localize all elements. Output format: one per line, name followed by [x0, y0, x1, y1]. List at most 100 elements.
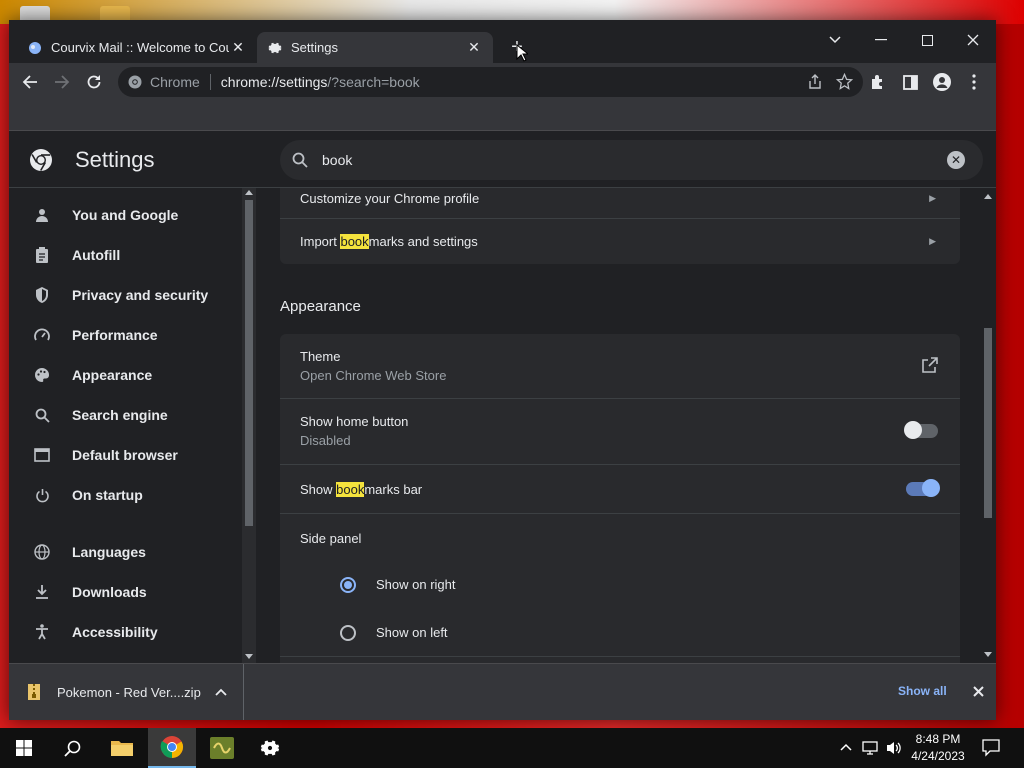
side-panel-right-label[interactable]: Show on right: [376, 577, 456, 592]
reload-button[interactable]: [79, 67, 109, 97]
sidebar-item-search-engine[interactable]: Search engine: [9, 395, 240, 435]
start-button[interactable]: [0, 728, 48, 768]
settings-search-box[interactable]: book ✕: [280, 140, 983, 180]
taskbar-search-button[interactable]: [48, 728, 96, 768]
sidebar-scroll-thumb[interactable]: [245, 200, 253, 526]
show-bookmarks-bar-row[interactable]: Show bookmarks bar: [280, 465, 960, 513]
sidebar-item-label: Downloads: [72, 584, 147, 600]
main-scrollbar[interactable]: [980, 188, 996, 663]
globe-favicon-icon: [27, 40, 43, 56]
taskbar-clock[interactable]: 8:48 PM 4/24/2023: [906, 731, 970, 765]
scroll-up-arrow-icon[interactable]: [984, 194, 992, 199]
scroll-down-arrow-icon[interactable]: [984, 652, 992, 657]
close-tab-icon[interactable]: ✕: [229, 39, 247, 57]
url-path: /?search=book: [327, 74, 420, 90]
row-label: Theme: [300, 348, 341, 364]
download-icon: [33, 583, 51, 601]
search-icon: [33, 406, 51, 424]
notifications-icon[interactable]: [982, 739, 1000, 757]
sidebar-item-performance[interactable]: Performance: [9, 315, 240, 355]
sidebar-item-label: On startup: [72, 487, 143, 503]
people-card: Customize your Chrome profile ▶ Import b…: [280, 188, 960, 264]
chrome-chip[interactable]: Chrome: [128, 74, 200, 90]
tab-courvix-mail[interactable]: Courvix Mail :: Welcome to Courvix ✕: [17, 32, 257, 63]
omnibox-separator: [209, 74, 211, 90]
main-scroll-thumb[interactable]: [984, 328, 992, 518]
chevron-up-icon[interactable]: [215, 688, 227, 696]
windows-logo-icon: [16, 740, 32, 756]
minimize-button[interactable]: [861, 26, 901, 54]
home-button-toggle[interactable]: [904, 421, 938, 439]
sidebar-item-autofill[interactable]: Autofill: [9, 235, 240, 275]
scroll-down-arrow-icon[interactable]: [245, 654, 253, 659]
row-label: Import bookmarks and settings: [300, 234, 478, 249]
side-panel-left-radio[interactable]: [340, 625, 356, 641]
sidebar-item-label: Autofill: [72, 247, 121, 263]
maximize-button[interactable]: [907, 26, 947, 54]
close-window-button[interactable]: [953, 26, 993, 54]
sidebar-item-on-startup[interactable]: On startup: [9, 475, 240, 515]
sidebar-item-label: You and Google: [72, 207, 179, 223]
chrome-window: Courvix Mail :: Welcome to Courvix ✕ Set…: [9, 20, 996, 720]
close-tab-icon[interactable]: ✕: [465, 39, 483, 57]
chrome-taskbar-button[interactable]: [148, 728, 196, 768]
address-bar[interactable]: Chrome chrome://settings /?search=book: [118, 67, 863, 97]
extensions-puzzle-icon[interactable]: [863, 67, 893, 97]
settings-taskbar-button[interactable]: [246, 728, 294, 768]
file-explorer-button[interactable]: [98, 728, 146, 768]
row-label: Show bookmarks bar: [300, 481, 422, 497]
search-input[interactable]: book: [322, 152, 947, 168]
sidebar-item-downloads[interactable]: Downloads: [9, 572, 240, 612]
scroll-up-arrow-icon[interactable]: [245, 190, 253, 195]
shield-icon: [33, 286, 51, 304]
sidebar-item-you-and-google[interactable]: You and Google: [9, 195, 240, 235]
tab-settings[interactable]: Settings ✕: [257, 32, 493, 63]
side-panel-right-radio[interactable]: [340, 577, 356, 593]
theme-row[interactable]: Theme Open Chrome Web Store: [280, 334, 960, 397]
clock-date: 4/24/2023: [911, 749, 965, 763]
side-panel-left-label[interactable]: Show on left: [376, 625, 448, 640]
globe-icon: [33, 543, 51, 561]
clear-search-icon[interactable]: ✕: [947, 151, 965, 169]
chrome-logo-icon: [160, 736, 183, 758]
mouse-pointer-icon: [516, 44, 528, 62]
profile-avatar-icon[interactable]: [927, 67, 957, 97]
sidebar-item-default-browser[interactable]: Default browser: [9, 435, 240, 475]
sidebar-item-privacy-and-security[interactable]: Privacy and security: [9, 275, 240, 315]
sidebar-item-accessibility[interactable]: Accessibility: [9, 612, 240, 652]
sidebar-item-label: Performance: [72, 327, 158, 343]
sidebar-scrollbar[interactable]: [242, 188, 256, 663]
volume-icon[interactable]: [885, 740, 903, 756]
import-label-pre: Import: [300, 234, 341, 249]
sidebar-item-appearance[interactable]: Appearance: [9, 355, 240, 395]
bookmarks-bar-toggle[interactable]: [906, 479, 940, 497]
customize-profile-row[interactable]: Customize your Chrome profile ▶: [280, 188, 960, 218]
row-sublabel: Disabled: [300, 433, 351, 448]
menu-kebab-icon[interactable]: [959, 67, 989, 97]
app-taskbar-button[interactable]: [198, 728, 246, 768]
download-item[interactable]: Pokemon - Red Ver....zip: [9, 664, 244, 720]
settings-header: Settings book ✕: [9, 132, 996, 188]
close-download-shelf-icon[interactable]: [967, 680, 989, 702]
download-shelf: Pokemon - Red Ver....zip Show all: [9, 663, 996, 720]
row-label: Side panel: [300, 530, 362, 546]
import-bookmarks-row[interactable]: Import bookmarks and settings ▶: [280, 219, 960, 264]
sidebar-item-label: Search engine: [72, 407, 168, 423]
show-all-downloads-link[interactable]: Show all: [898, 684, 947, 698]
tray-chevron-up-icon[interactable]: [840, 743, 852, 751]
folder-icon: [111, 741, 133, 756]
network-icon[interactable]: [862, 740, 880, 756]
search-highlight: book: [340, 234, 369, 249]
toggle-knob: [904, 421, 922, 439]
show-home-button-row[interactable]: Show home button Disabled: [280, 399, 960, 463]
back-button[interactable]: [15, 67, 45, 97]
sidebar-item-languages[interactable]: Languages: [9, 532, 240, 572]
download-filename: Pokemon - Red Ver....zip: [57, 684, 201, 700]
share-icon[interactable]: [807, 74, 823, 93]
external-link-icon[interactable]: [922, 357, 938, 373]
forward-button[interactable]: [47, 67, 77, 97]
tab-search-chevron-icon[interactable]: [815, 26, 855, 54]
bookmark-star-icon[interactable]: [835, 72, 854, 93]
side-panel-row: Side panel: [280, 514, 960, 562]
side-panel-icon[interactable]: [895, 67, 925, 97]
